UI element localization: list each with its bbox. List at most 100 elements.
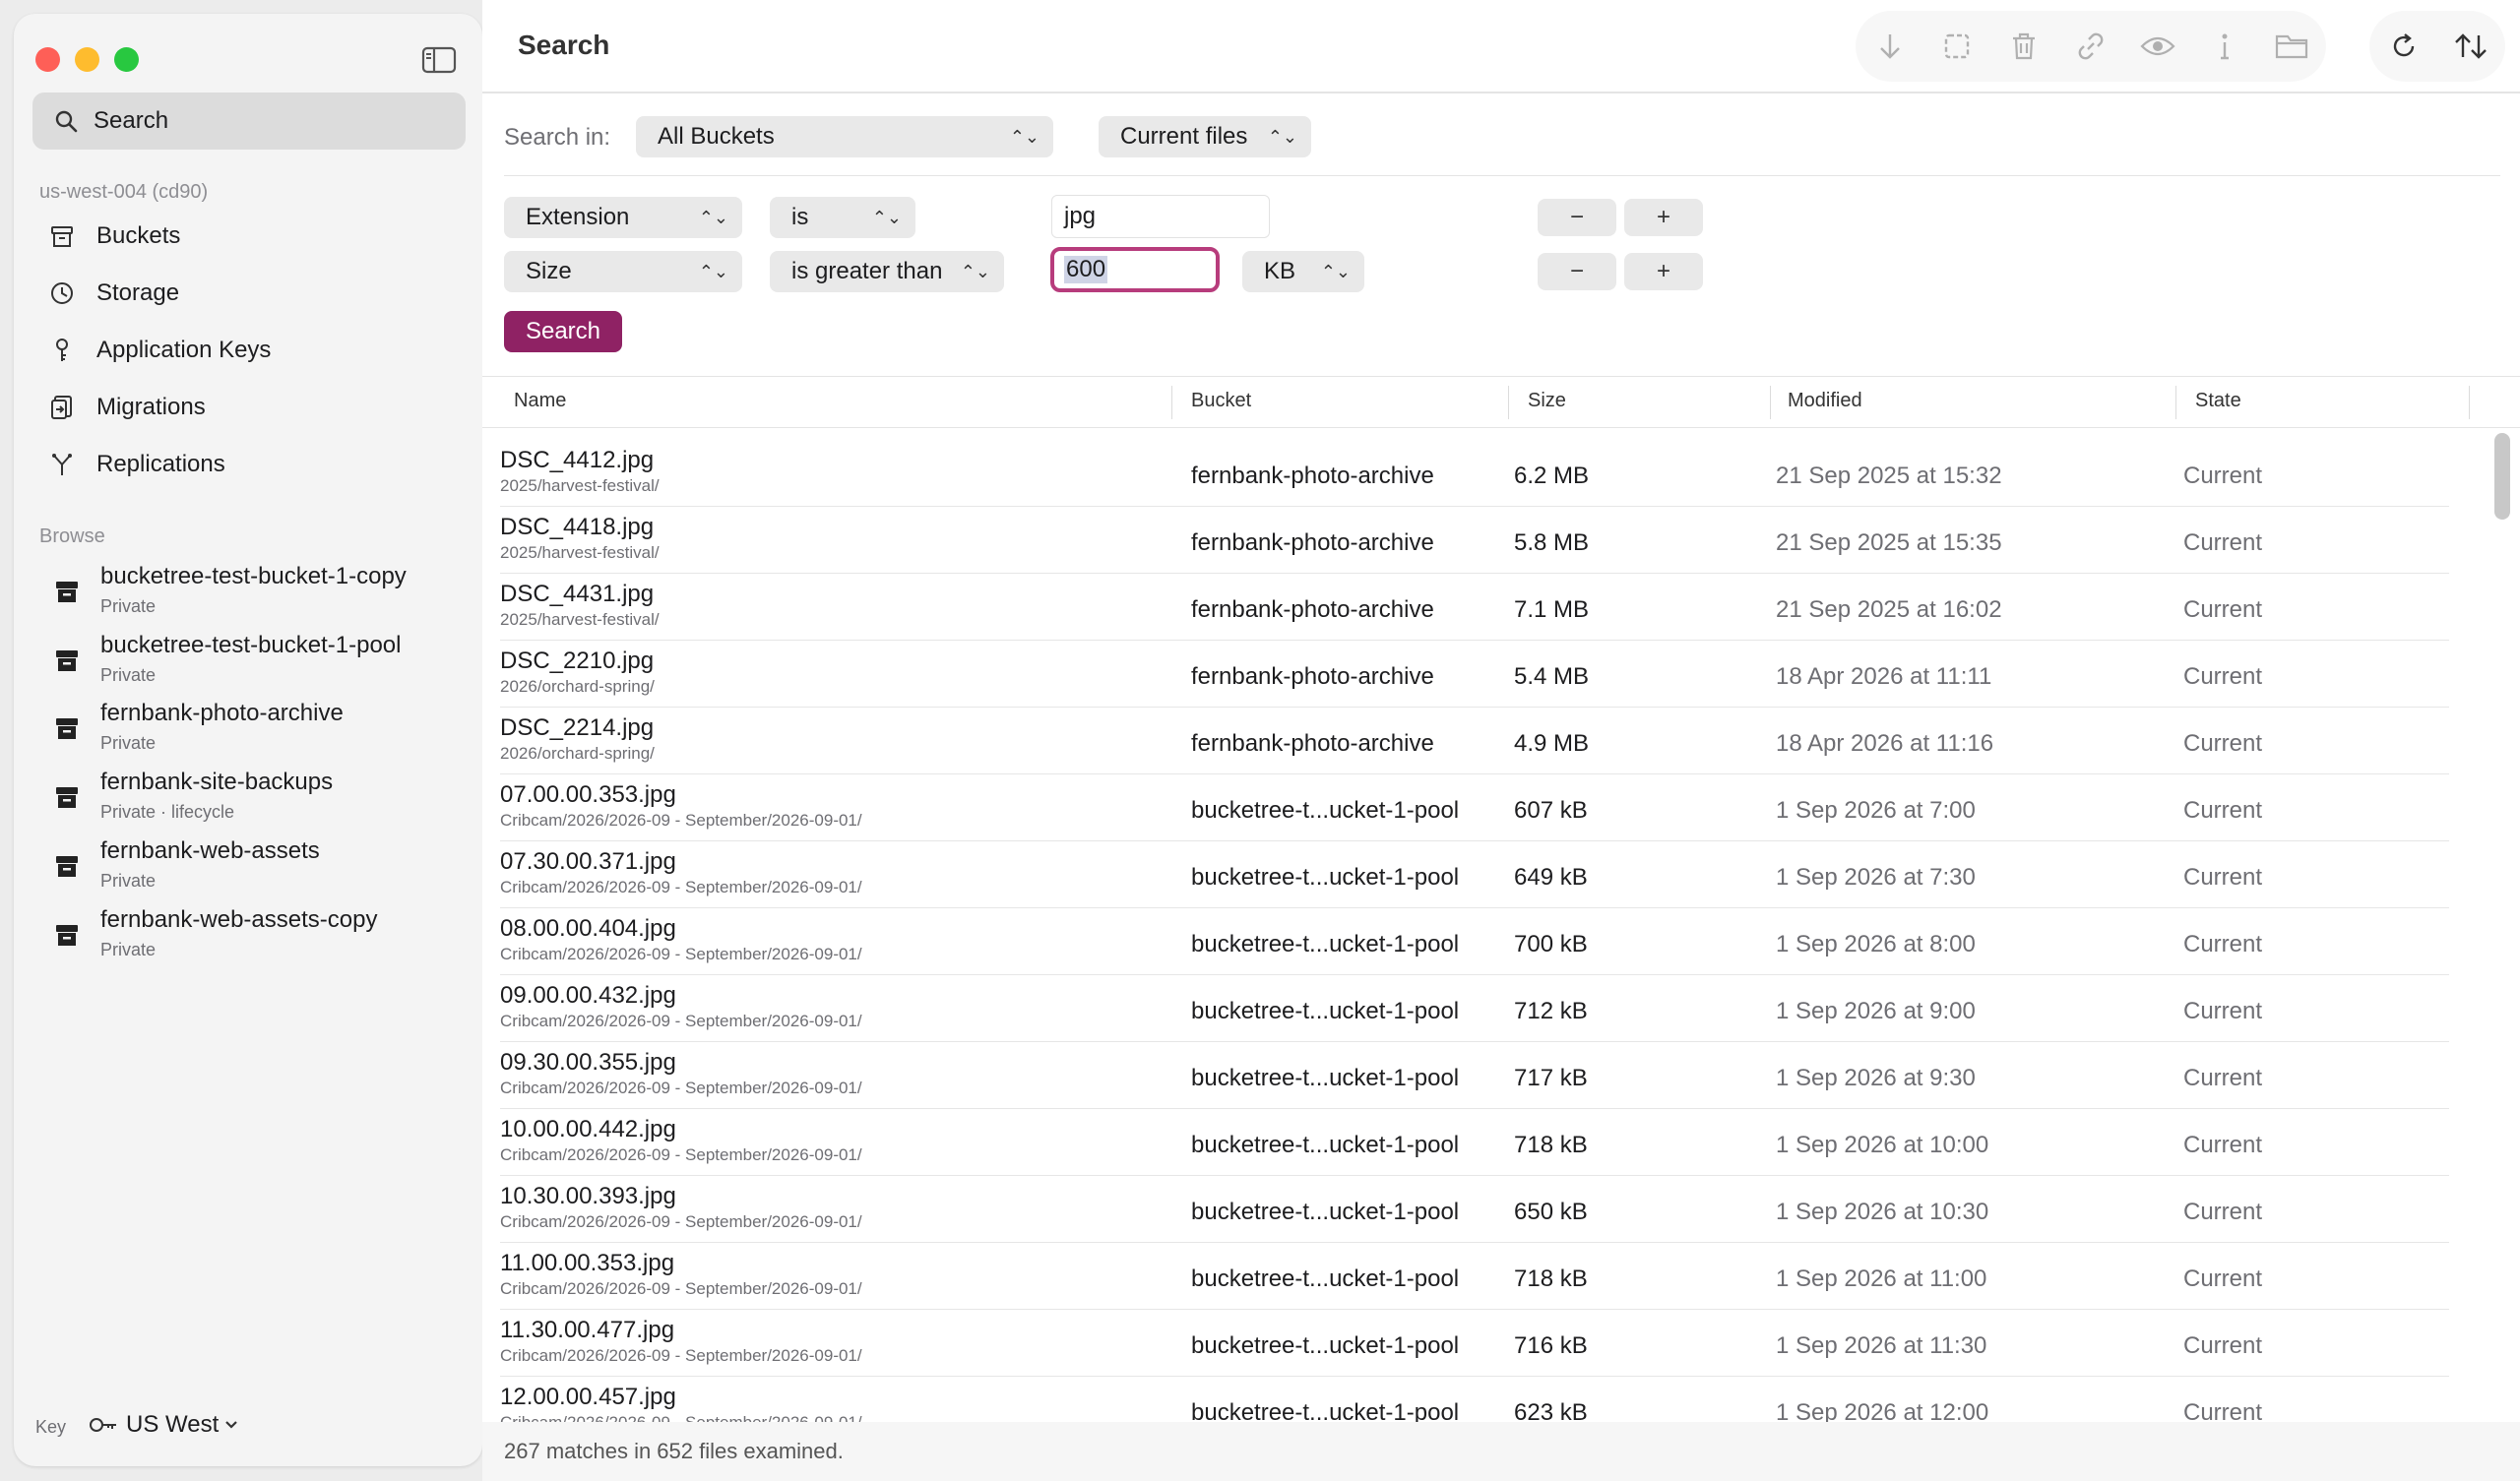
criterion-field-select[interactable]: Size ⌃⌄ xyxy=(504,251,742,292)
column-header-modified[interactable]: Modified xyxy=(1788,390,1862,412)
zoom-window-button[interactable] xyxy=(114,47,139,72)
eye-icon[interactable] xyxy=(2124,12,2191,81)
modified-cell: 1 Sep 2026 at 7:30 xyxy=(1776,864,1976,891)
search-in-select[interactable]: All Buckets ⌃⌄ xyxy=(636,116,1053,157)
file-path: Cribcam/2026/2026-09 - September/2026-09… xyxy=(500,1012,862,1030)
bucket-icon xyxy=(56,718,78,739)
modified-cell: 1 Sep 2026 at 11:00 xyxy=(1776,1265,1987,1292)
sidebar-item-replications[interactable]: Replications xyxy=(47,445,225,484)
sidebar-item-search[interactable]: Search xyxy=(32,93,466,150)
bucket-icon xyxy=(56,582,78,602)
sidebar-item-label: Application Keys xyxy=(96,337,272,363)
remove-criterion-button[interactable]: − xyxy=(1538,199,1616,236)
search-in-label: Search in: xyxy=(504,124,611,151)
remove-criterion-button[interactable]: − xyxy=(1538,253,1616,290)
bucket-name: fernbank-web-assets xyxy=(100,837,320,864)
region-selector[interactable]: US West xyxy=(89,1411,238,1439)
size-unit-select[interactable]: KB ⌃⌄ xyxy=(1242,251,1364,292)
sort-icon[interactable] xyxy=(2437,12,2504,81)
sidebar-bucket-item[interactable]: fernbank-site-backups Private · lifecycl… xyxy=(43,769,476,832)
bucket-visibility: Private xyxy=(100,940,157,959)
table-row[interactable]: DSC_2210.jpg 2026/orchard-spring/fernbank… xyxy=(500,640,2449,708)
criterion-operator-select[interactable]: is greater than ⌃⌄ xyxy=(770,251,1004,292)
bucket-cell: fernbank-photo-archive xyxy=(1191,663,1434,690)
table-row[interactable]: 11.00.00.353.jpg Cribcam/2026/2026-09 - S… xyxy=(500,1242,2449,1310)
size-cell: 718 kB xyxy=(1514,1132,1588,1158)
sidebar-bucket-item[interactable]: fernbank-web-assets-copy Private xyxy=(43,906,476,969)
criterion-field-select[interactable]: Extension ⌃⌄ xyxy=(504,197,742,238)
bucket-cell: bucketree-t...ucket-1-pool xyxy=(1191,797,1460,824)
storage-icon xyxy=(47,278,77,308)
table-row[interactable]: 11.30.00.477.jpg Cribcam/2026/2026-09 - S… xyxy=(500,1309,2449,1377)
minimize-window-button[interactable] xyxy=(75,47,99,72)
criterion-operator-select[interactable]: is ⌃⌄ xyxy=(770,197,915,238)
bucket-cell: bucketree-t...ucket-1-pool xyxy=(1191,864,1460,891)
file-name: DSC_2210.jpg xyxy=(500,648,655,674)
sidebar-toggle-icon[interactable] xyxy=(421,45,457,75)
close-window-button[interactable] xyxy=(35,47,60,72)
refresh-icon[interactable] xyxy=(2370,12,2437,81)
state-cell: Current xyxy=(2183,596,2263,623)
trash-icon[interactable] xyxy=(1990,12,2057,81)
folder-icon[interactable] xyxy=(2258,12,2325,81)
file-name: DSC_4418.jpg xyxy=(500,514,655,540)
modified-cell: 18 Apr 2026 at 11:16 xyxy=(1776,730,1994,757)
updown-chevron-icon: ⌃⌄ xyxy=(1267,126,1297,147)
column-header-name[interactable]: Name xyxy=(514,390,566,412)
size-value-input[interactable]: 600 xyxy=(1050,247,1220,292)
sidebar-item-migrations[interactable]: Migrations xyxy=(47,388,206,427)
download-icon[interactable] xyxy=(1857,12,1923,81)
size-value-text: 600 xyxy=(1064,256,1108,283)
file-path: 2026/orchard-spring/ xyxy=(500,744,655,763)
table-row[interactable]: DSC_4418.jpg 2025/harvest-festival/fernba… xyxy=(500,506,2449,574)
table-row[interactable]: 09.00.00.432.jpg Cribcam/2026/2026-09 - S… xyxy=(500,974,2449,1042)
table-row[interactable]: 07.30.00.371.jpg Cribcam/2026/2026-09 - S… xyxy=(500,840,2449,908)
column-header-size[interactable]: Size xyxy=(1528,390,1566,412)
table-row[interactable]: 09.30.00.355.jpg Cribcam/2026/2026-09 - S… xyxy=(500,1041,2449,1109)
region-label: US West xyxy=(126,1411,220,1438)
scrollbar-thumb[interactable] xyxy=(2494,433,2510,520)
search-button[interactable]: Search xyxy=(504,311,622,352)
state-cell: Current xyxy=(2183,797,2263,824)
info-icon[interactable] xyxy=(2191,12,2258,81)
modified-cell: 1 Sep 2026 at 10:30 xyxy=(1776,1199,1989,1225)
link-icon[interactable] xyxy=(2057,12,2124,81)
file-path: Cribcam/2026/2026-09 - September/2026-09… xyxy=(500,811,862,830)
table-row[interactable]: DSC_4431.jpg 2025/harvest-festival/fernba… xyxy=(500,573,2449,641)
updown-chevron-icon: ⌃⌄ xyxy=(1320,261,1351,281)
table-row[interactable]: 10.30.00.393.jpg Cribcam/2026/2026-09 - S… xyxy=(500,1175,2449,1243)
file-path: 2025/harvest-festival/ xyxy=(500,610,660,629)
table-row[interactable]: 07.00.00.353.jpg Cribcam/2026/2026-09 - S… xyxy=(500,773,2449,841)
table-row[interactable]: 10.00.00.442.jpg Cribcam/2026/2026-09 - S… xyxy=(500,1108,2449,1176)
modified-cell: 1 Sep 2026 at 11:30 xyxy=(1776,1332,1987,1359)
select-icon[interactable] xyxy=(1923,12,1990,81)
file-name: DSC_4412.jpg xyxy=(500,447,655,473)
sidebar-bucket-item[interactable]: bucketree-test-bucket-1-copy Private xyxy=(43,563,476,626)
filter-divider xyxy=(504,175,2500,176)
add-criterion-button[interactable]: + xyxy=(1624,199,1703,236)
column-separator xyxy=(1770,386,1771,419)
table-row[interactable]: 08.00.00.404.jpg Cribcam/2026/2026-09 - S… xyxy=(500,907,2449,975)
updown-chevron-icon: ⌃⌄ xyxy=(1009,126,1040,147)
sidebar-item-buckets[interactable]: Buckets xyxy=(47,216,180,256)
file-name: 07.00.00.353.jpg xyxy=(500,781,676,808)
add-criterion-button[interactable]: + xyxy=(1624,253,1703,290)
scope-select[interactable]: Current files ⌃⌄ xyxy=(1099,116,1311,157)
sidebar-item-application-keys[interactable]: Application Keys xyxy=(47,331,271,370)
file-path: Cribcam/2026/2026-09 - September/2026-09… xyxy=(500,1145,862,1164)
column-header-state[interactable]: State xyxy=(2195,390,2241,412)
column-header-bucket[interactable]: Bucket xyxy=(1191,390,1251,412)
sidebar-bucket-item[interactable]: fernbank-photo-archive Private xyxy=(43,700,476,763)
size-cell: 716 kB xyxy=(1514,1332,1588,1359)
key-icon xyxy=(47,336,77,365)
sidebar-item-label: Storage xyxy=(96,279,180,306)
criterion-value-input[interactable]: jpg xyxy=(1051,195,1270,238)
sidebar-item-storage[interactable]: Storage xyxy=(47,274,179,313)
sidebar-bucket-item[interactable]: bucketree-test-bucket-1-pool Private xyxy=(43,632,476,695)
table-row[interactable]: DSC_4412.jpg 2025/harvest-festival/fernba… xyxy=(500,439,2449,507)
updown-chevron-icon: ⌃⌄ xyxy=(698,261,728,281)
column-separator xyxy=(1171,386,1172,419)
table-row[interactable]: DSC_2214.jpg 2026/orchard-spring/fernbank… xyxy=(500,707,2449,774)
sidebar-bucket-item[interactable]: fernbank-web-assets Private xyxy=(43,837,476,900)
state-cell: Current xyxy=(2183,529,2263,556)
